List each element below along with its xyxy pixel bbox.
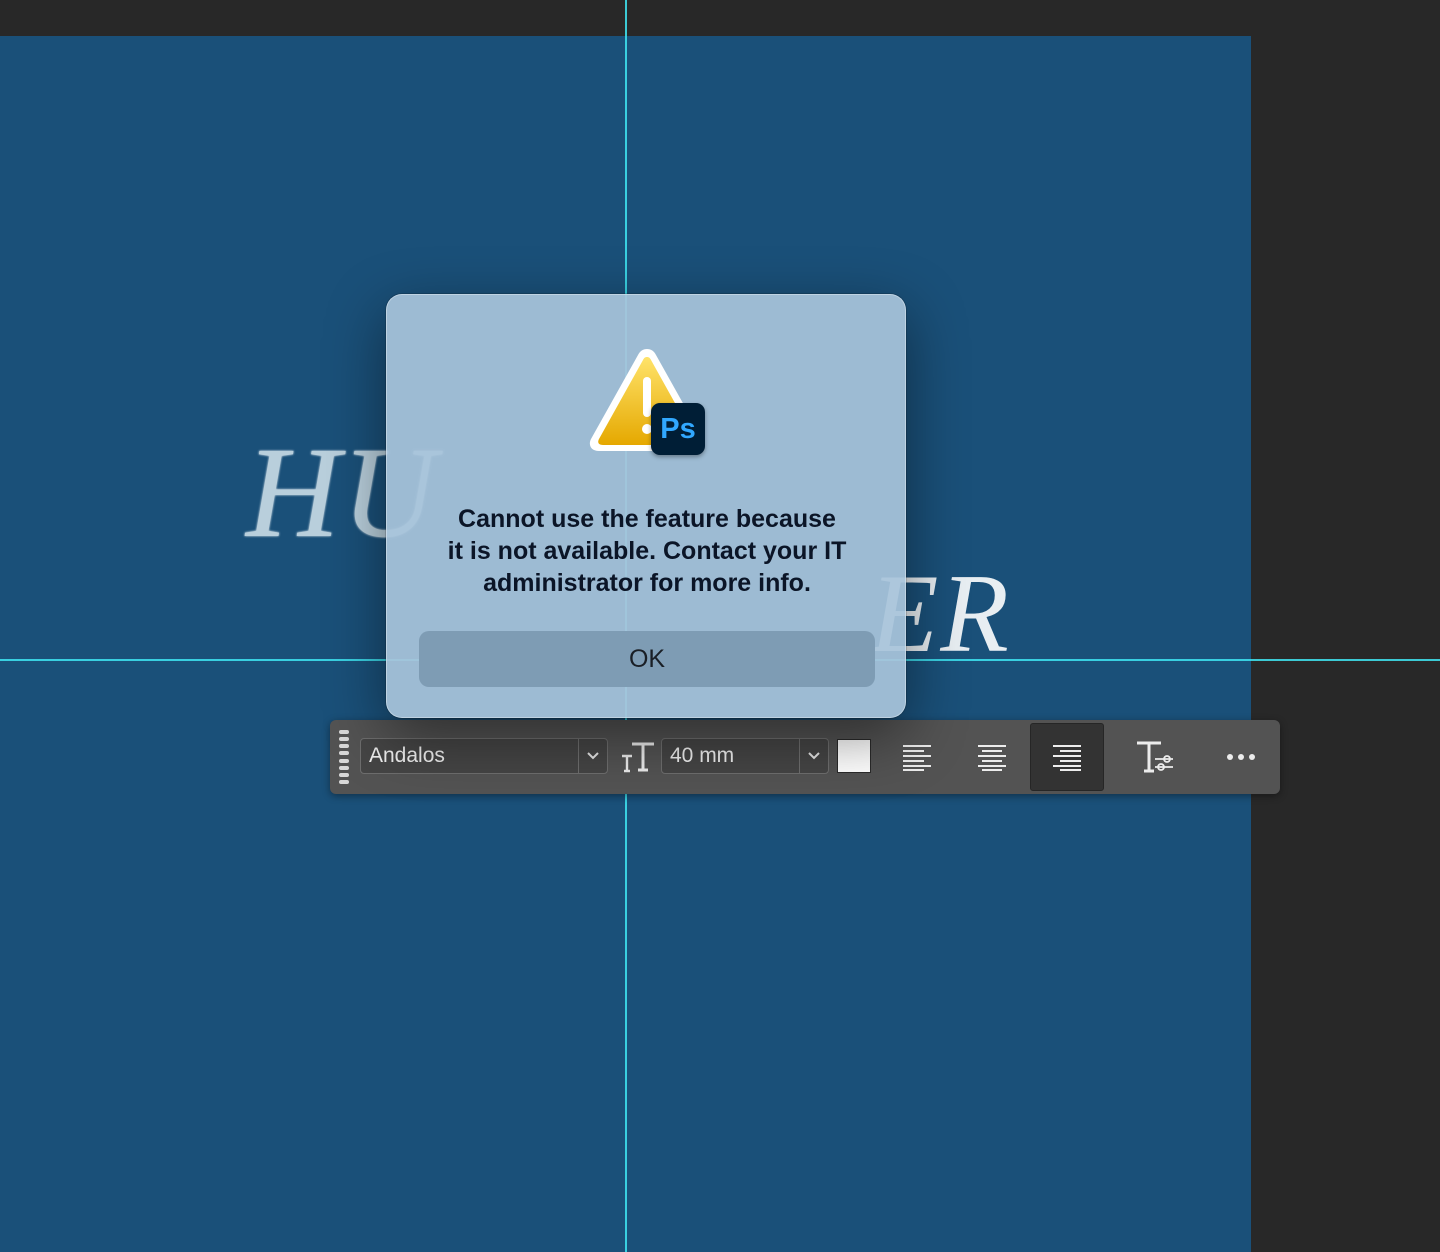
font-family-value: Andalos xyxy=(369,744,445,767)
align-center-button[interactable] xyxy=(955,723,1029,791)
alert-dialog: Ps Cannot use the feature because it is … xyxy=(386,294,906,718)
text-color-swatch[interactable] xyxy=(837,739,871,773)
text-settings-button[interactable] xyxy=(1118,723,1192,791)
align-left-button[interactable] xyxy=(880,723,954,791)
align-left-icon xyxy=(903,745,931,771)
warning-icon: Ps xyxy=(587,343,707,461)
text-settings-icon xyxy=(1137,741,1173,773)
align-right-button[interactable] xyxy=(1030,723,1104,791)
chevron-down-icon[interactable] xyxy=(578,739,607,773)
contextual-text-toolbar: Andalos 40 mm xyxy=(330,720,1280,794)
font-size-dropdown[interactable]: 40 mm xyxy=(661,738,829,774)
more-options-button[interactable] xyxy=(1204,723,1278,791)
ok-button[interactable]: OK xyxy=(419,631,875,687)
font-family-dropdown[interactable]: Andalos xyxy=(360,738,608,774)
more-icon xyxy=(1227,754,1255,760)
chevron-down-icon[interactable] xyxy=(799,739,828,773)
text-size-icon xyxy=(620,740,656,774)
align-right-icon xyxy=(1053,745,1081,771)
align-center-icon xyxy=(978,745,1006,771)
alert-message: Cannot use the feature because it is not… xyxy=(447,505,847,597)
font-size-value: 40 mm xyxy=(670,744,735,767)
photoshop-app-icon: Ps xyxy=(651,403,705,455)
grip-icon[interactable] xyxy=(339,730,349,784)
